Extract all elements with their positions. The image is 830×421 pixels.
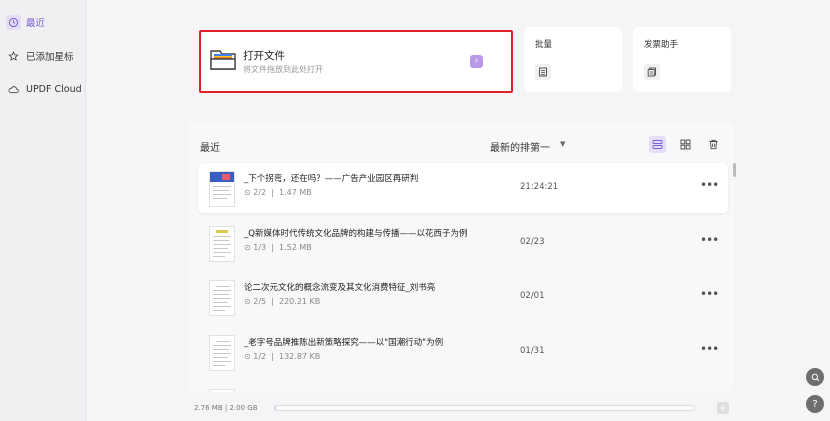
file-date: 02/01 <box>520 291 545 301</box>
storage-bar <box>274 405 695 411</box>
recent-title: 最近 <box>200 143 220 154</box>
help-icon: ? <box>812 398 818 410</box>
file-date: 21:24:21 <box>520 182 559 192</box>
caret-down-icon[interactable]: ▼ <box>560 140 565 148</box>
file-thumbnail <box>209 389 235 392</box>
file-meta: ⊙ 1/3 | 1.52 MB <box>244 243 312 252</box>
file-meta: ⊙ 2/2 | 1.47 MB <box>244 188 312 197</box>
page-icon: ⊙ <box>244 297 251 306</box>
file-name: _老字号品牌推陈出新策略探究——以"国潮行动"为例 <box>244 338 444 348</box>
file-row[interactable]: _下个拐弯，还在吗？——广告产业园区再研判 ⊙ 2/2 | 1.47 MB 21… <box>198 163 728 213</box>
file-meta: ⊙ 1/2 | 132.87 KB <box>244 352 321 361</box>
file-name: _Q新媒体时代传统文化品牌的构建与传播——以花西子为例 <box>244 229 468 239</box>
folder-icon <box>209 46 237 72</box>
file-name: _下个拐弯，还在吗？——广告产业园区再研判 <box>244 174 419 184</box>
trash-icon <box>709 139 718 150</box>
file-date: 01/31 <box>520 346 545 356</box>
help-button[interactable]: ? <box>806 395 824 413</box>
cloud-icon <box>6 82 21 97</box>
file-row[interactable]: _Q新媒体时代传统文化品牌的构建与传播——以花西子为例 ⊙ 1/3 | 1.52… <box>198 218 728 268</box>
open-file-subtitle: 将文件拖放到此处打开 <box>243 65 323 74</box>
sort-dropdown[interactable]: 最新的排第一 <box>490 139 550 154</box>
file-thumbnail <box>209 226 235 262</box>
file-row[interactable] <box>198 381 728 392</box>
sidebar-item-label: UPDF Cloud <box>26 83 82 95</box>
open-file-title: 打开文件 <box>243 50 285 62</box>
file-row[interactable]: 论二次元文化的概念流变及其文化消费特征_刘书亮 ⊙ 2/5 | 220.21 K… <box>198 272 728 322</box>
more-options-icon[interactable]: ••• <box>700 342 719 356</box>
sidebar-item-starred[interactable]: 已添加星标 <box>2 44 84 68</box>
batch-icon <box>535 64 551 80</box>
scrollbar[interactable] <box>733 163 736 177</box>
recent-header: 最近 最新的排第一 ▼ <box>188 122 734 162</box>
delete-button[interactable] <box>705 136 722 153</box>
storage-fill <box>275 406 277 410</box>
sidebar-item-cloud[interactable]: UPDF Cloud <box>2 77 84 101</box>
recent-panel: 最近 最新的排第一 ▼ _下个拐弯，还在吗？——广告产业园区再研判 ⊙ 2/2 … <box>188 122 734 392</box>
sidebar-item-label: 最近 <box>26 18 46 29</box>
star-icon <box>6 49 21 64</box>
invoice-helper-card[interactable]: 发票助手 <box>633 27 731 92</box>
clock-icon <box>6 14 21 30</box>
file-thumbnail <box>209 280 235 316</box>
invoice-title: 发票助手 <box>644 40 679 50</box>
sidebar: 最近 已添加星标 UPDF Cloud <box>0 0 86 421</box>
grid-view-button[interactable] <box>677 136 694 153</box>
page-icon: ⊙ <box>244 243 251 252</box>
file-date: 02/23 <box>520 237 545 247</box>
file-thumbnail <box>209 171 235 207</box>
more-options-icon[interactable]: ••• <box>700 178 719 192</box>
page-icon: ⊙ <box>244 352 251 361</box>
batch-card[interactable]: 批量 <box>524 27 622 92</box>
batch-title: 批量 <box>535 40 553 50</box>
open-file-card[interactable]: 打开文件 将文件拖放到此处打开 › <box>199 30 513 93</box>
list-view-icon <box>652 140 663 149</box>
invoice-icon <box>644 64 660 80</box>
page-icon: ⊙ <box>244 188 251 197</box>
search-button[interactable] <box>806 368 824 386</box>
grid-view-icon <box>680 139 691 150</box>
storage-text: 2.76 MB | 2.00 GB <box>194 404 258 412</box>
chevron-right-icon[interactable]: › <box>470 55 483 68</box>
file-name: 论二次元文化的概念流变及其文化消费特征_刘书亮 <box>244 283 436 293</box>
sidebar-item-label: 已添加星标 <box>26 52 74 63</box>
add-icon[interactable]: + <box>717 402 729 414</box>
file-meta: ⊙ 2/5 | 220.21 KB <box>244 297 321 306</box>
file-thumbnail <box>209 335 235 371</box>
main-area: 打开文件 将文件拖放到此处打开 › 批量 发票助手 最近 最新的排第一 ▼ _下… <box>87 0 830 421</box>
list-view-button[interactable] <box>649 136 666 153</box>
file-row[interactable]: _老字号品牌推陈出新策略探究——以"国潮行动"为例 ⊙ 1/2 | 132.87… <box>198 327 728 377</box>
search-icon <box>811 373 819 381</box>
more-options-icon[interactable]: ••• <box>700 287 719 301</box>
sidebar-item-recent[interactable]: 最近 <box>2 10 84 34</box>
more-options-icon[interactable]: ••• <box>700 233 719 247</box>
